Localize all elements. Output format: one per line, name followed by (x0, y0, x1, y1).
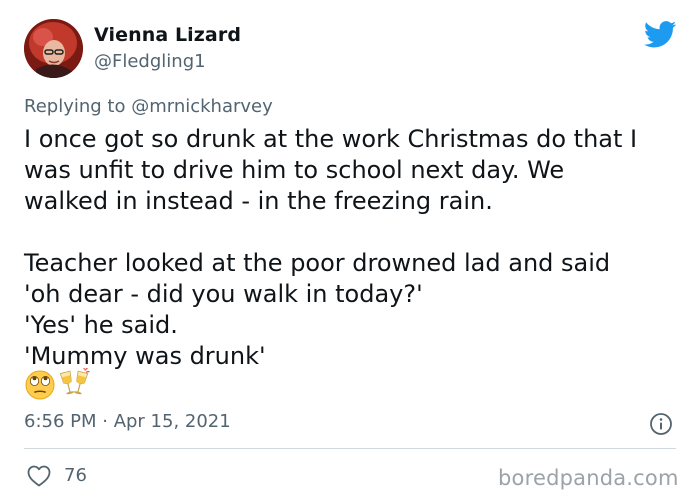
tweet-text-line: was unfit to drive him to school next da… (24, 156, 565, 184)
author-handle[interactable]: @Fledgling1 (94, 51, 206, 72)
tweet-text-line: Teacher looked at the poor drowned lad a… (24, 249, 611, 277)
avatar-image (24, 19, 83, 78)
twitter-bird-icon (644, 21, 677, 48)
tweet-text-line: 'oh dear - did you walk in today?' (24, 280, 423, 308)
avatar[interactable] (24, 19, 83, 78)
info-icon[interactable] (649, 412, 673, 436)
like-count: 76 (64, 465, 87, 486)
face-with-rolling-eyes-emoji (25, 370, 55, 400)
watermark: boredpanda.com (498, 466, 679, 490)
replying-to: Replying to @mrnickharvey (24, 96, 273, 117)
clinking-glasses-emoji (59, 368, 90, 395)
divider (24, 448, 676, 449)
emoji-row (24, 368, 90, 402)
replying-prefix: Replying to (24, 96, 132, 117)
mention-link[interactable]: @mrnickharvey (131, 96, 273, 117)
tweet-text: I once got so drunk at the work Christma… (24, 124, 684, 372)
tweet-timestamp[interactable]: 6:56 PM · Apr 15, 2021 (24, 411, 231, 432)
tweet-card: Vienna Lizard @Fledgling1 Replying to @m… (0, 0, 700, 502)
tweet-text-line: 'Mummy was drunk' (24, 342, 266, 370)
tweet-text-line: walked in instead - in the freezing rain… (24, 187, 493, 215)
heart-icon[interactable] (27, 465, 51, 487)
tweet-text-line: 'Yes' he said. (24, 311, 178, 339)
tweet-text-line: I once got so drunk at the work Christma… (24, 125, 638, 153)
author-name[interactable]: Vienna Lizard (94, 24, 241, 46)
